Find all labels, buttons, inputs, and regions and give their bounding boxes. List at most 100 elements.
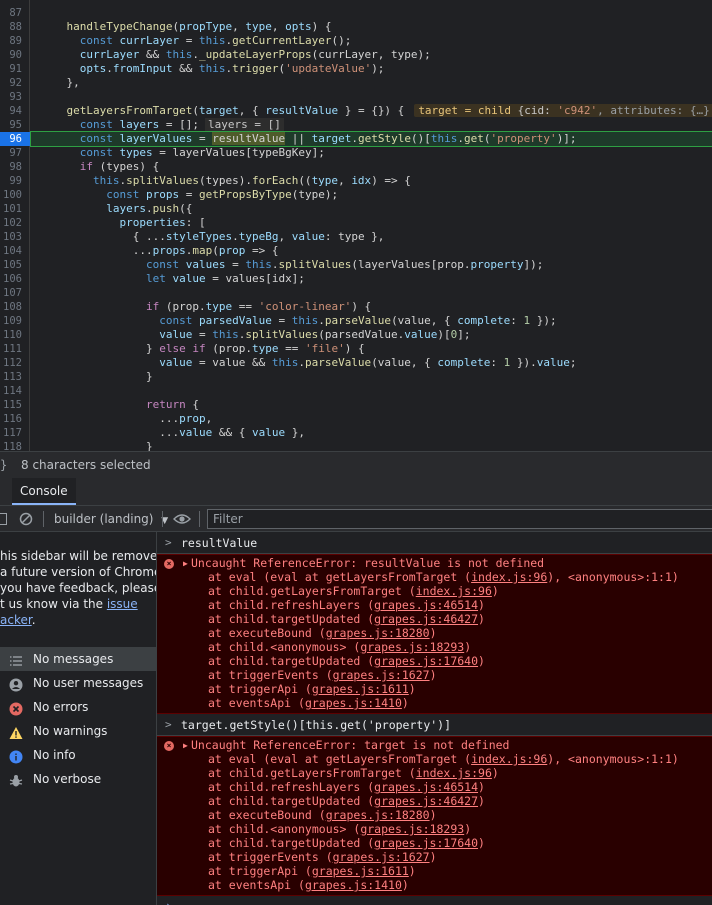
stack-frame-link[interactable]: grapes.js:46514 (374, 598, 478, 612)
stack-frame-link[interactable]: index.js:96 (416, 584, 492, 598)
line-number[interactable]: 99 (0, 174, 22, 188)
line-number[interactable]: 89 (0, 34, 22, 48)
code-editor[interactable]: 87 88 89 90 91 92 93 94 95 96 97 98 99 100 101 102 103 10… (0, 0, 712, 451)
console-command[interactable]: > target.getStyle()[this.get('property')] (157, 714, 712, 736)
code-line[interactable]: return { (40, 398, 712, 412)
stack-frame-link[interactable]: grapes.js:18293 (360, 822, 464, 836)
code-line[interactable] (40, 6, 712, 20)
code-line[interactable] (40, 384, 712, 398)
code-line[interactable]: if (types) { (40, 160, 712, 174)
line-number[interactable]: 87 (0, 6, 22, 20)
stack-frame-link[interactable]: grapes.js:1611 (312, 864, 409, 878)
stack-frame-link[interactable]: grapes.js:18280 (326, 626, 430, 640)
code-line[interactable]: currLayer && this._updateLayerProps(curr… (40, 48, 712, 62)
stack-frame-link[interactable]: grapes.js:17640 (374, 836, 478, 850)
stack-frame-link[interactable]: grapes.js:1627 (333, 668, 430, 682)
issue-tracker-link-cont[interactable]: acker (0, 613, 32, 627)
line-number[interactable]: 110 (0, 328, 22, 342)
line-number[interactable]: 90 (0, 48, 22, 62)
line-number-gutter[interactable]: 87 88 89 90 91 92 93 94 95 96 97 98 99 100 101 102 103 10… (0, 0, 30, 451)
code-line[interactable]: const layerValues = resultValue || targe… (30, 131, 712, 147)
stack-frame-link[interactable]: grapes.js:1410 (305, 696, 402, 710)
sidebar-item-no-user-messages[interactable]: No user messages (0, 671, 156, 695)
code-line[interactable]: { ...styleTypes.typeBg, value: type }, (40, 230, 712, 244)
stack-frame-link[interactable]: grapes.js:17640 (374, 654, 478, 668)
stack-frame-link[interactable]: grapes.js:1410 (305, 878, 402, 892)
context-selector[interactable]: builder (landing) ▼ (54, 506, 168, 534)
code-line[interactable]: opts.fromInput && this.trigger('updateVa… (40, 62, 712, 76)
code-line[interactable]: ...prop, (40, 412, 712, 426)
line-number[interactable]: 92 (0, 76, 22, 90)
line-number[interactable]: 113 (0, 370, 22, 384)
console-output[interactable]: > resultValue × ▶ Uncaught ReferenceError: r… (157, 532, 712, 905)
sidebar-item-no-warnings[interactable]: No warnings (0, 719, 156, 743)
pretty-print-icon[interactable]: } (0, 452, 8, 478)
line-number[interactable]: 107 (0, 286, 22, 300)
line-number[interactable]: 118 (0, 440, 22, 451)
code-line[interactable]: properties: [ (40, 216, 712, 230)
code-line[interactable]: }, (40, 76, 712, 90)
line-number[interactable]: 96 (0, 132, 30, 146)
line-number[interactable]: 111 (0, 342, 22, 356)
line-number[interactable]: 100 (0, 188, 22, 202)
stack-frame-link[interactable]: grapes.js:46427 (374, 794, 478, 808)
tab-console[interactable]: Console (12, 478, 76, 505)
code-line[interactable]: const layers = []; layers = [] (40, 118, 712, 132)
line-number[interactable]: 91 (0, 62, 22, 76)
code-line[interactable]: const currLayer = this.getCurrentLayer()… (40, 34, 712, 48)
line-number[interactable]: 116 (0, 412, 22, 426)
code-line[interactable]: value = this.splitValues(parsedValue.val… (40, 328, 712, 342)
code-line[interactable]: const types = layerValues[typeBgKey]; (40, 146, 712, 160)
filter-input[interactable]: Filter (207, 509, 712, 529)
sidebar-item-no-info[interactable]: No info (0, 743, 156, 767)
code-line[interactable]: layers.push({ (40, 202, 712, 216)
code-line[interactable]: } else if (prop.type == 'file') { (40, 342, 712, 356)
expand-triangle-icon[interactable]: ▶ (183, 557, 188, 571)
code-line[interactable]: getLayersFromTarget(target, { resultValu… (40, 104, 712, 118)
line-number[interactable]: 115 (0, 398, 22, 412)
sidebar-toggle-icon[interactable] (0, 513, 7, 525)
console-prompt[interactable]: › (165, 899, 172, 905)
stack-frame-link[interactable]: grapes.js:1627 (333, 850, 430, 864)
code-line[interactable]: ...value && { value }, (40, 426, 712, 440)
line-number[interactable]: 101 (0, 202, 22, 216)
line-number[interactable]: 97 (0, 146, 22, 160)
clear-console-icon[interactable] (19, 512, 33, 526)
code-line[interactable]: const parsedValue = this.parseValue(valu… (40, 314, 712, 328)
stack-frame-link[interactable]: index.js:96 (471, 752, 547, 766)
line-number[interactable]: 104 (0, 244, 22, 258)
line-number[interactable]: 98 (0, 160, 22, 174)
stack-frame-link[interactable]: grapes.js:18293 (360, 640, 464, 654)
sidebar-item-no-verbose[interactable]: No verbose (0, 767, 156, 791)
line-number[interactable]: 102 (0, 216, 22, 230)
line-number[interactable]: 93 (0, 90, 22, 104)
live-expression-eye-icon[interactable] (173, 513, 191, 525)
stack-frame-link[interactable]: index.js:96 (416, 766, 492, 780)
code-line[interactable]: ...props.map(prop => { (40, 244, 712, 258)
sidebar-item-no-errors[interactable]: No errors (0, 695, 156, 719)
code-line[interactable]: let value = values[idx]; (40, 272, 712, 286)
line-number[interactable]: 106 (0, 272, 22, 286)
issue-tracker-link[interactable]: issue (107, 597, 138, 611)
console-error[interactable]: × ▶ Uncaught ReferenceError: target is not… (157, 736, 712, 896)
line-number[interactable]: 88 (0, 20, 22, 34)
stack-frame-link[interactable]: grapes.js:46514 (374, 780, 478, 794)
console-error[interactable]: × ▶ Uncaught ReferenceError: resultValue i… (157, 554, 712, 714)
code-line[interactable]: this.splitValues(types).forEach((type, i… (40, 174, 712, 188)
stack-frame-link[interactable]: grapes.js:46427 (374, 612, 478, 626)
code-line[interactable]: if (prop.type == 'color-linear') { (40, 300, 712, 314)
line-number[interactable]: 117 (0, 426, 22, 440)
code-line[interactable]: const props = getPropsByType(type); (40, 188, 712, 202)
line-number[interactable]: 95 (0, 118, 22, 132)
code-line[interactable]: const values = this.splitValues(layerVal… (40, 258, 712, 272)
code-line[interactable]: } (40, 440, 712, 451)
code-line[interactable] (40, 90, 712, 104)
line-number[interactable]: 112 (0, 356, 22, 370)
sidebar-item-no-messages[interactable]: No messages (0, 647, 156, 671)
expand-triangle-icon[interactable]: ▶ (183, 739, 188, 753)
line-number[interactable]: 114 (0, 384, 22, 398)
line-number[interactable]: 103 (0, 230, 22, 244)
code-line[interactable]: handleTypeChange(propType, type, opts) { (40, 20, 712, 34)
code-line[interactable] (40, 286, 712, 300)
line-number[interactable]: 94 (0, 104, 22, 118)
